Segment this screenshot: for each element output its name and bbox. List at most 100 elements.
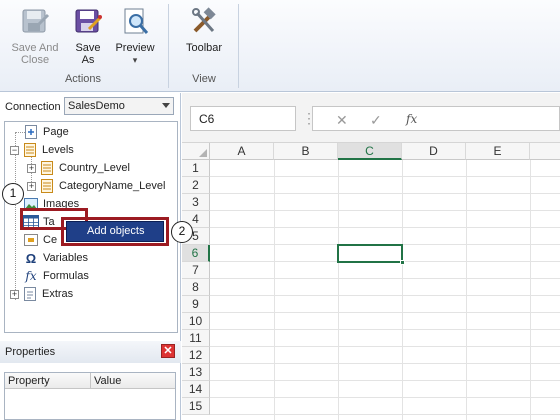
row-header[interactable]: 15	[182, 398, 210, 415]
select-all-corner[interactable]	[182, 143, 210, 160]
group-divider	[168, 4, 169, 88]
column-header-d[interactable]: D	[402, 143, 466, 160]
check-icon[interactable]: ✓	[370, 112, 382, 129]
callout-2: 2	[171, 221, 193, 243]
gridline	[210, 193, 560, 194]
save-and-close-icon	[18, 4, 52, 40]
active-cell-c6[interactable]	[337, 244, 405, 265]
save-as-icon	[71, 4, 105, 40]
connection-select[interactable]: SalesDemo	[64, 97, 174, 115]
row-header[interactable]: 12	[182, 347, 210, 364]
ribbon: Save And Close Save As Preview ▾ Actions…	[0, 0, 560, 92]
levels-icon	[22, 143, 38, 157]
column-header-e[interactable]: E	[466, 143, 530, 160]
gridline	[210, 414, 560, 415]
cell-icon	[23, 233, 39, 247]
level-icon	[39, 179, 55, 193]
collapse-icon[interactable]: −	[10, 145, 19, 155]
connection-value: SalesDemo	[68, 100, 125, 112]
property-column-header[interactable]: Property	[5, 373, 91, 388]
row-header[interactable]: 13	[182, 364, 210, 381]
tree-item-label: Country_Level	[59, 162, 130, 174]
expand-icon[interactable]: +	[27, 181, 36, 191]
tree-item-country-level[interactable]: + Country_Level	[27, 160, 130, 176]
toolbar-button[interactable]: Toolbar	[178, 4, 230, 54]
extras-icon	[22, 287, 38, 301]
expand-icon[interactable]: +	[10, 289, 19, 299]
gridline	[210, 312, 560, 313]
tree-item-label: Levels	[42, 144, 74, 156]
row-header[interactable]: 1	[182, 160, 210, 177]
tree-item-label: Formulas	[43, 270, 89, 282]
column-header-c[interactable]: C	[338, 143, 402, 160]
omega-icon: Ω	[25, 250, 37, 266]
row-header[interactable]: 7	[182, 262, 210, 279]
row-header[interactable]: 8	[182, 279, 210, 296]
page-icon	[23, 125, 39, 139]
fill-handle[interactable]	[400, 260, 405, 265]
gridline	[210, 380, 560, 381]
properties-grid[interactable]: Property Value	[4, 372, 176, 420]
level-icon	[39, 161, 55, 175]
preview-icon	[118, 4, 152, 40]
properties-title: Properties	[5, 346, 56, 358]
preview-button[interactable]: Preview ▾	[112, 4, 158, 66]
save-as-label: Save As	[75, 42, 101, 66]
tree-item-label: Extras	[42, 288, 74, 300]
tree-item-levels[interactable]: − Levels	[10, 142, 74, 158]
left-panel: Connection SalesDemo Page − Levels + Cou…	[0, 93, 181, 420]
name-box[interactable]: C6	[190, 106, 296, 131]
gridline	[338, 160, 339, 420]
properties-header: Properties ✕	[0, 341, 181, 363]
column-header-f[interactable]	[530, 143, 560, 160]
tree-item-label: Ce	[43, 234, 58, 246]
gridline	[466, 160, 467, 420]
row-header[interactable]: 2	[182, 177, 210, 194]
gridline	[210, 363, 560, 364]
function-icon[interactable]: fx	[406, 112, 417, 126]
properties-columns: Property Value	[5, 373, 175, 389]
actions-group-label: Actions	[64, 73, 102, 85]
preview-label: Preview	[115, 42, 155, 54]
row-header[interactable]: 14	[182, 381, 210, 398]
connection-label: Connection	[5, 101, 61, 113]
cancel-icon[interactable]: ✕	[336, 112, 348, 129]
formula-bar: C6 ⋮ ✕ ✓ fx	[182, 93, 560, 143]
view-group-label: View	[192, 73, 216, 85]
tree-item-extras[interactable]: + Extras	[10, 286, 73, 302]
expand-icon[interactable]: +	[27, 163, 36, 173]
gridline	[210, 346, 560, 347]
tree-item-label: Page	[43, 126, 69, 138]
callout-1: 1	[2, 183, 24, 205]
toolbar-label: Toolbar	[185, 42, 223, 54]
gridline	[402, 160, 403, 420]
tree-item-formulas[interactable]: fx Formulas	[23, 268, 89, 284]
gridline	[210, 397, 560, 398]
group-divider	[238, 4, 239, 88]
tree-item-page[interactable]: Page	[23, 124, 69, 140]
tree-item-cells[interactable]: Ce	[23, 232, 57, 248]
gridline	[210, 210, 560, 211]
close-icon[interactable]: ✕	[161, 344, 175, 358]
highlight-add-objects	[61, 217, 169, 246]
tree-item-variables[interactable]: Ω Variables	[23, 250, 88, 266]
tree-item-categoryname-level[interactable]: + CategoryName_Level	[27, 178, 165, 194]
save-and-close-label: Save And Close	[11, 42, 59, 66]
chevron-down-icon	[162, 103, 170, 108]
gridline	[210, 278, 560, 279]
tree-item-label: Variables	[43, 252, 89, 264]
row-header[interactable]: 10	[182, 313, 210, 330]
gridline	[274, 160, 275, 420]
formula-icon: fx	[25, 269, 37, 283]
save-as-button[interactable]: Save As	[68, 4, 108, 66]
row-header[interactable]: 6	[182, 245, 210, 262]
row-header[interactable]: 9	[182, 296, 210, 313]
column-header-a[interactable]: A	[210, 143, 274, 160]
gridline	[210, 295, 560, 296]
save-and-close-button[interactable]: Save And Close	[8, 4, 62, 66]
row-header[interactable]: 3	[182, 194, 210, 211]
formula-input[interactable]: ✕ ✓ fx	[312, 106, 560, 131]
value-column-header[interactable]: Value	[91, 373, 175, 388]
row-header[interactable]: 11	[182, 330, 210, 347]
column-header-b[interactable]: B	[274, 143, 338, 160]
